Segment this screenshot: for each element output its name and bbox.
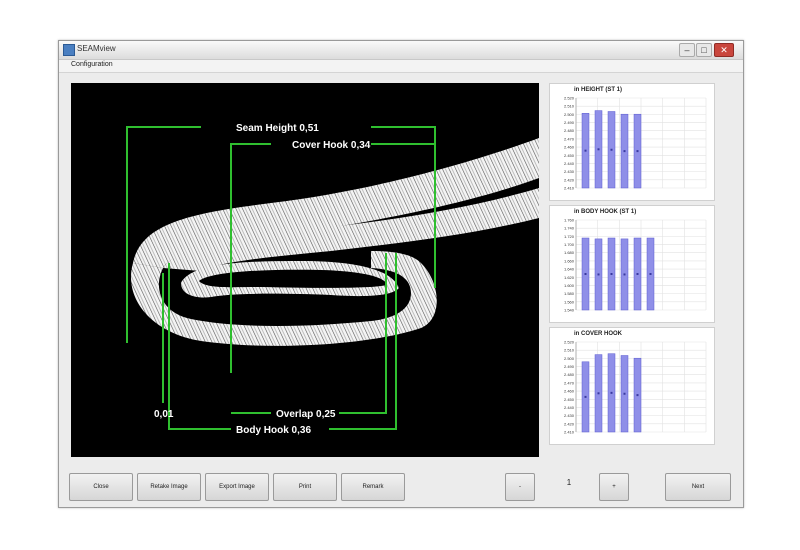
chart-bar-marker <box>636 394 639 397</box>
chart-bar-marker <box>610 148 613 151</box>
y-tick-label: 1.660 <box>564 258 575 263</box>
chart-bar-marker <box>649 273 652 275</box>
maximize-button[interactable]: □ <box>696 43 712 57</box>
y-tick-label: 2.480 <box>564 372 575 377</box>
y-tick-label: 1.600 <box>564 283 575 288</box>
y-tick-label: 2.480 <box>564 128 575 133</box>
y-tick-label: 2.440 <box>564 161 575 166</box>
chart-bar-marker <box>597 273 600 276</box>
y-tick-label: 1.740 <box>564 226 575 231</box>
cover-hook-chart-plot: 2.520 2.510 2.500 2.490 2.480 2.470 2.460 2.450… <box>564 340 707 435</box>
menu-configuration[interactable]: Configuration <box>71 61 113 68</box>
print-button[interactable]: Print <box>273 473 337 501</box>
y-tick-label: 1.560 <box>564 299 575 304</box>
y-tick-label: 2.410 <box>564 430 575 435</box>
title-bar: SEAMview – □ ✕ <box>59 41 743 60</box>
previous-page-button[interactable]: - <box>505 473 535 501</box>
window-title: SEAMview <box>77 44 116 53</box>
chart-bar-marker <box>610 391 613 394</box>
next-page-button[interactable]: + <box>599 473 629 501</box>
chart-bar-marker <box>584 149 587 152</box>
side-chart-panel: in HEIGHT (ST 1) 2.520 2.510 2.500 2.490 2.4… <box>549 83 715 457</box>
y-tick-label: 1.720 <box>564 234 575 239</box>
chart-bar-marker <box>610 273 613 275</box>
y-tick-label: 1.680 <box>564 250 575 255</box>
seam-cross-section-image: Seam Height 0,51 Cover Hook 0,34 Overlap… <box>126 123 539 436</box>
y-tick-label: 2.430 <box>564 169 575 174</box>
y-tick-label: 2.470 <box>564 380 575 385</box>
gap-value-label: 0,01 <box>154 409 174 420</box>
y-tick-label: 2.510 <box>564 348 575 353</box>
seam-image-panel: Seam Height 0,51 Cover Hook 0,34 Overlap… <box>71 83 539 457</box>
next-button[interactable]: Next <box>665 473 731 501</box>
chart-bar-marker <box>636 273 639 275</box>
y-tick-label: 2.420 <box>564 177 575 182</box>
height-chart-plot: 2.520 2.510 2.500 2.490 2.480 2.470 2.460 2.450… <box>564 96 707 191</box>
chart-bar-marker <box>636 150 639 153</box>
chart-bar-marker <box>623 273 626 276</box>
y-tick-label: 2.460 <box>564 389 575 394</box>
y-tick-label: 1.700 <box>564 242 575 247</box>
y-tick-label: 2.420 <box>564 421 575 426</box>
y-tick-label: 2.520 <box>564 96 575 101</box>
body-hook-chart-plot: 1.760 1.740 1.720 1.700 1.680 1.660 1.640 1.620… <box>564 218 707 313</box>
remark-button[interactable]: Remark <box>341 473 405 501</box>
cover-hook-chart-title: in COVER HOOK <box>574 331 623 337</box>
retake-image-button[interactable]: Retake Image <box>137 473 201 501</box>
chart-bar-marker <box>623 392 626 395</box>
y-tick-label: 2.500 <box>564 112 575 117</box>
close-button[interactable]: Close <box>69 473 133 501</box>
chart-bar-marker <box>597 148 600 151</box>
y-tick-label: 2.500 <box>564 356 575 361</box>
chart-bar-marker <box>584 273 587 275</box>
cover-hook-label: Cover Hook 0,34 <box>292 140 371 151</box>
height-chart-title: in HEIGHT (ST 1) <box>574 87 622 93</box>
chart-bar-marker <box>597 392 600 395</box>
y-tick-label: 2.510 <box>564 104 575 109</box>
cover-hook-chart: in COVER HOOK 2.520 2.510 2.500 2.490 2.480 2… <box>549 327 715 445</box>
app-window: SEAMview – □ ✕ Configuration Seam Height… <box>58 40 744 508</box>
y-tick-label: 2.450 <box>564 397 575 402</box>
body-hook-chart: in BODY HOOK (ST 1) 1.760 1.740 1.720 1.700… <box>549 205 715 323</box>
page-number: 1 <box>566 478 572 487</box>
chart-bar-marker <box>584 395 587 398</box>
y-tick-label: 2.410 <box>564 186 575 191</box>
y-tick-label: 1.620 <box>564 275 575 280</box>
close-window-button[interactable]: ✕ <box>714 43 734 57</box>
y-tick-label: 2.440 <box>564 405 575 410</box>
y-tick-label: 1.760 <box>564 218 575 223</box>
chart-bar-marker <box>623 150 626 153</box>
y-tick-label: 1.540 <box>564 308 575 313</box>
y-tick-label: 2.490 <box>564 364 575 369</box>
menu-bar: Configuration <box>59 60 743 73</box>
y-tick-label: 2.470 <box>564 136 575 141</box>
y-tick-label: 1.580 <box>564 291 575 296</box>
height-chart: in HEIGHT (ST 1) 2.520 2.510 2.500 2.490 2.4… <box>549 83 715 201</box>
seam-height-label: Seam Height 0,51 <box>236 123 319 134</box>
y-tick-label: 2.450 <box>564 153 575 158</box>
y-tick-label: 2.490 <box>564 120 575 125</box>
export-image-button[interactable]: Export Image <box>205 473 269 501</box>
y-tick-label: 2.460 <box>564 145 575 150</box>
body-hook-label: Body Hook 0,36 <box>236 425 311 436</box>
y-tick-label: 1.640 <box>564 267 575 272</box>
app-icon <box>63 44 75 56</box>
overlap-label: Overlap 0,25 <box>276 409 336 420</box>
body-hook-chart-title: in BODY HOOK (ST 1) <box>574 209 637 215</box>
y-tick-label: 2.520 <box>564 340 575 345</box>
minimize-button[interactable]: – <box>679 43 695 57</box>
y-tick-label: 2.430 <box>564 413 575 418</box>
